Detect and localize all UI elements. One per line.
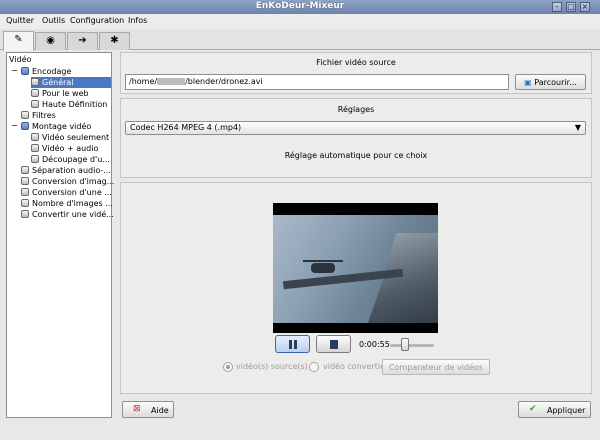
redacted-username [157, 78, 186, 85]
maximize-button[interactable]: □ [566, 2, 576, 12]
tab-tools[interactable]: ✎ [3, 31, 34, 51]
radio-converted-video[interactable] [309, 362, 319, 372]
item-icon [31, 78, 39, 86]
expander-encodage[interactable]: − [11, 66, 18, 75]
browse-button[interactable]: ▣ Parcourir... [515, 74, 586, 90]
settings-panel: Réglages [120, 98, 592, 178]
stop-icon [330, 340, 338, 349]
menu-configuration[interactable]: Configuration [70, 16, 124, 25]
tools-icon: ✎ [14, 34, 23, 45]
item-icon [31, 100, 39, 108]
tree-item-filtres[interactable]: Filtres [21, 110, 56, 121]
item-icon [21, 199, 29, 207]
arrow-icon: ➔ [78, 35, 87, 46]
menu-infos[interactable]: Infos [128, 16, 147, 25]
source-path-field[interactable]: /home//blender/dronez.avi [125, 74, 509, 90]
help-icon: ⊠ [133, 404, 141, 414]
tree-item-conversion-une[interactable]: Conversion d'une ... [21, 187, 112, 198]
gear-icon: ✱ [110, 35, 119, 46]
tab-export[interactable]: ➔ [67, 32, 98, 50]
tree-item-convertir[interactable]: Convertir une vidé... [21, 209, 114, 220]
item-icon [31, 133, 39, 141]
help-button[interactable]: ⊠ Aide [122, 401, 174, 418]
minimize-button[interactable]: – [552, 2, 562, 12]
codec-select[interactable]: Codec H264 MPEG 4 (.mp4) ▼ [125, 121, 586, 135]
settings-heading: Réglages [337, 105, 375, 114]
menu-bar: Quitter Outils Configuration Infos [0, 14, 600, 29]
compare-videos-button[interactable]: Comparateur de vidéos [382, 359, 490, 375]
video-preview [273, 203, 438, 333]
tree-item-video-audio[interactable]: Vidéo + audio [31, 143, 98, 154]
tree-item-general[interactable]: Général [31, 77, 111, 88]
pane-splitter[interactable] [113, 52, 117, 418]
video-frame [273, 215, 438, 323]
tree-item-decoupage[interactable]: Découpage d'u... [31, 154, 110, 165]
pause-icon [289, 340, 297, 349]
item-icon [31, 89, 39, 97]
title-bar: EnKoDeur-Mixeur – □ × [0, 0, 600, 14]
tree-item-montage[interactable]: Montage vidéo [21, 121, 91, 132]
folder-icon [21, 67, 29, 75]
seek-slider[interactable] [390, 344, 434, 347]
item-icon [21, 111, 29, 119]
item-icon [31, 155, 39, 163]
item-icon [21, 177, 29, 185]
window-title: EnKoDeur-Mixeur [255, 1, 345, 11]
chevron-down-icon: ▼ [574, 123, 581, 132]
radio-source-videos[interactable] [223, 362, 233, 372]
radio-source-label: vidéo(s) source(s) [236, 362, 308, 371]
tree-item-conversion-img[interactable]: Conversion d'imag... [21, 176, 114, 187]
menu-quitter[interactable]: Quitter [6, 16, 34, 25]
apply-button[interactable]: ✔ Appliquer [518, 401, 591, 418]
source-heading: Fichier vidéo source [316, 58, 396, 67]
close-button[interactable]: × [580, 2, 590, 12]
settings-info: Réglage automatique pour ce choix [284, 151, 428, 160]
tree-item-separation[interactable]: Séparation audio-... [21, 165, 111, 176]
category-tree[interactable]: Vidéo − Encodage Général Pour le web Hau… [6, 52, 114, 418]
tree-item-hd[interactable]: Haute Définition [31, 99, 107, 110]
folder-icon [21, 122, 29, 130]
tree-header: Vidéo [9, 55, 32, 64]
time-display: 0:00:55 [359, 340, 390, 349]
eye-icon: ◉ [46, 35, 55, 46]
item-icon [31, 144, 39, 152]
seek-slider-thumb[interactable] [400, 338, 409, 351]
tab-view[interactable]: ◉ [35, 32, 66, 50]
tree-item-video-only[interactable]: Vidéo seulement [31, 132, 109, 143]
tab-settings[interactable]: ✱ [99, 32, 130, 50]
menu-outils[interactable]: Outils [42, 16, 65, 25]
item-icon [21, 188, 29, 196]
tree-item-nombre[interactable]: Nombre d'images ... [21, 198, 113, 209]
item-icon [21, 166, 29, 174]
expander-montage[interactable]: − [11, 121, 18, 130]
stop-button[interactable] [316, 335, 351, 353]
radio-converted-label: vidéo convertie [323, 362, 385, 371]
item-icon [21, 210, 29, 218]
tree-item-encodage[interactable]: Encodage [21, 66, 71, 77]
check-icon: ✔ [529, 404, 537, 414]
toolbar-tabs: ✎ ◉ ➔ ✱ [0, 29, 600, 51]
folder-open-icon: ▣ [524, 78, 532, 87]
pause-button[interactable] [275, 335, 310, 353]
tree-item-web[interactable]: Pour le web [31, 88, 89, 99]
